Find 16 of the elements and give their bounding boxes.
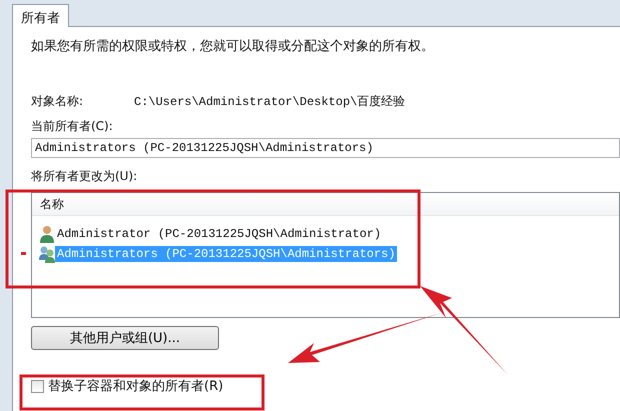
user-icon (39, 225, 55, 243)
object-name-value: C:\Users\Administrator\Desktop\百度经验 (134, 94, 406, 110)
other-users-button[interactable]: 其他用户或组(U)... (31, 326, 219, 350)
object-name-label: 对象名称: (31, 93, 84, 110)
column-header[interactable]: 名称 (32, 193, 72, 215)
tab[interactable]: 所有者 (12, 4, 69, 27)
owner-list[interactable]: 名称 Administrator (PC-20131225JQSH\Administrator) Administrators (PC-20131225JQSH\Administrators) (31, 192, 620, 318)
checkbox-label: 替换子容器和对象的所有者(R) (48, 378, 224, 395)
mark-dash (21, 252, 26, 255)
current-owner-field[interactable]: Administrators (PC-20131225JQSH\Administrators) (31, 138, 620, 158)
users-icon (39, 245, 55, 263)
change-owner-label: 将所有者更改为(U): (31, 169, 138, 183)
current-owner-label: 当前所有者(C): (31, 118, 113, 135)
list-item[interactable]: Administrator (PC-20131225JQSH\Administrator) (55, 226, 384, 242)
checkbox[interactable] (31, 380, 44, 392)
description-text: 如果您有所需的权限或特权，您就可以取得或分配这个对象的所有权。 (31, 38, 435, 55)
